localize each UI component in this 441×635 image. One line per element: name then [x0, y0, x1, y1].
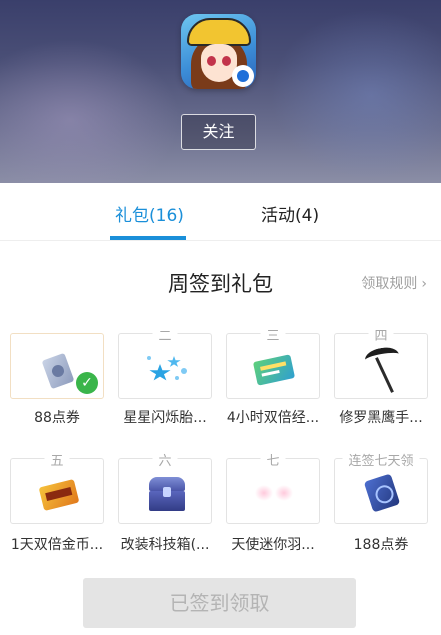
day-label: 四	[368, 325, 394, 344]
day-label: 三	[260, 325, 286, 344]
follow-button[interactable]: 关注	[181, 114, 256, 150]
day-label: 六	[152, 450, 178, 469]
game-header: 关注	[0, 0, 441, 183]
rules-link-label: 领取规则	[361, 276, 418, 292]
gift-name: 修罗黑鹰手...	[339, 410, 423, 426]
gift-card-day-7[interactable]: 七	[226, 450, 320, 524]
tab-bar: 礼包(16) 活动(4)	[0, 183, 441, 241]
tab-gifts[interactable]: 礼包(16)	[115, 201, 184, 226]
gift-name: 188点券	[353, 537, 409, 553]
rules-link[interactable]: 领取规则 ›	[361, 273, 427, 293]
chevron-right-icon: ›	[421, 276, 427, 292]
ticket-icon	[252, 354, 296, 386]
active-tab-indicator	[110, 236, 186, 240]
gift-card-day-3[interactable]: 三	[226, 325, 320, 399]
gift-name: 4小时双倍经...	[226, 410, 320, 426]
tab-events[interactable]: 活动(4)	[261, 201, 319, 226]
gold-ticket-icon	[38, 479, 80, 511]
gift-name: 天使迷你羽...	[231, 537, 315, 553]
coupon-icon	[363, 473, 401, 513]
day-label: 二	[152, 325, 178, 344]
claim-button[interactable]: 已签到领取	[83, 578, 356, 628]
header-background-blur	[271, 10, 441, 180]
gift-card-streak[interactable]: 连签七天领	[334, 450, 428, 524]
gift-card-day-4[interactable]: 四	[334, 325, 428, 399]
wings-icon	[255, 483, 295, 505]
chest-icon	[149, 477, 185, 511]
check-icon: ✓	[76, 372, 98, 394]
gift-card-day-2[interactable]: 二	[118, 325, 212, 399]
day-label: 七	[260, 450, 286, 469]
header-background-blur	[0, 40, 180, 183]
coupon-icon	[41, 352, 75, 390]
gift-name: 改装科技箱(...	[120, 537, 210, 553]
gift-card-day-1[interactable]: ✓	[10, 333, 104, 399]
day-label: 连签七天领	[342, 450, 420, 469]
gift-card-day-5[interactable]: 五	[10, 450, 104, 524]
game-app-icon	[181, 14, 256, 89]
stars-icon	[145, 352, 189, 388]
gift-card-day-6[interactable]: 六	[118, 450, 212, 524]
day-label: 五	[44, 450, 70, 469]
gift-name: 1天双倍金币...	[10, 537, 104, 553]
scythe-icon	[363, 345, 401, 393]
gift-name: 星星闪烁胎...	[123, 410, 207, 426]
gift-name: 88点券	[34, 410, 80, 426]
